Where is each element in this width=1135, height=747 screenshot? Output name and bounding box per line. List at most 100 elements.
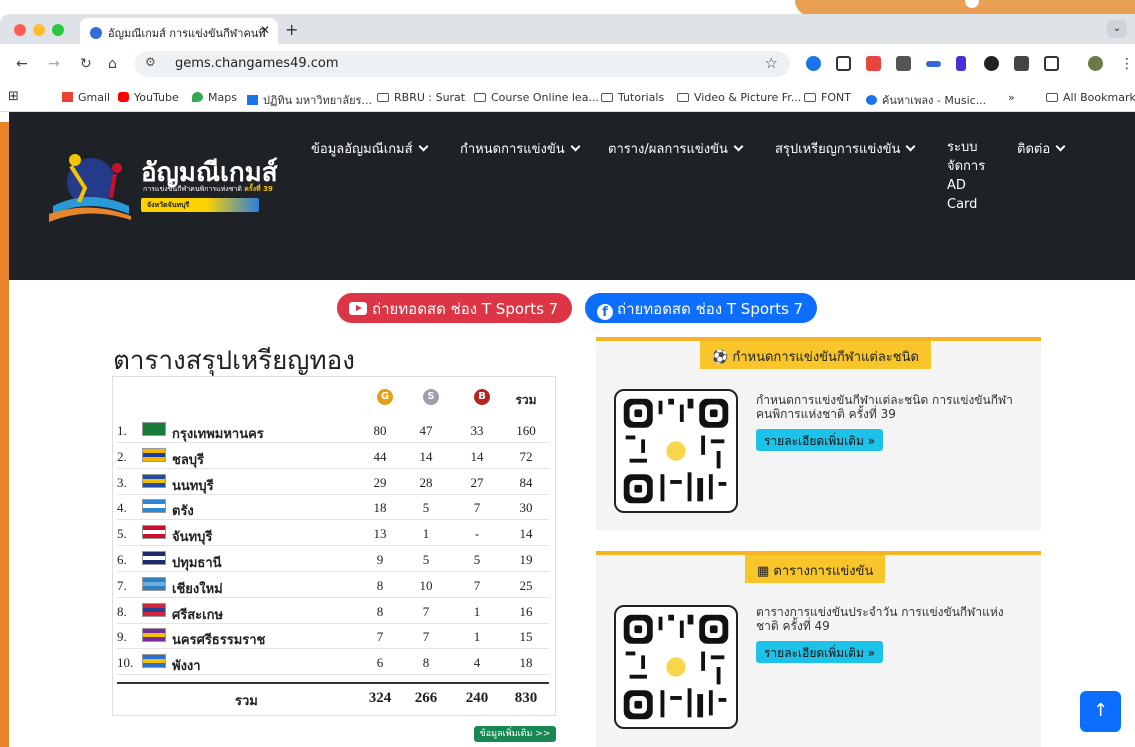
maximize-window-button[interactable]: [52, 24, 64, 36]
bookmark-folder-video[interactable]: Video & Picture Fr...: [677, 91, 801, 104]
nav-item-results[interactable]: ตาราง/ผลการแข่งขัน: [608, 138, 744, 159]
calendar-icon: ▦: [757, 564, 774, 579]
total-count: 14: [519, 526, 533, 542]
reload-icon[interactable]: ↻: [80, 56, 92, 72]
bronze-count: 7: [473, 577, 481, 593]
province-name: นครศรีธรรมราช: [172, 632, 266, 648]
province-name: เชียงใหม่: [172, 580, 223, 596]
bronze-count: 4: [473, 655, 481, 671]
youtube-live-button[interactable]: ถ่ายทอดสด ช่อง T Sports 7: [337, 293, 573, 323]
province-name: ตรัง: [172, 503, 194, 519]
bookmark-label: All Bookmarks: [1063, 91, 1135, 104]
province-name: พังงา: [172, 658, 201, 674]
nav-item-contact[interactable]: ติดต่อ: [1017, 138, 1066, 159]
site-settings-icon[interactable]: ⚙: [145, 55, 165, 73]
schedule-card-text: กำหนดการแข่งขันกีฬาแต่ละชนิด การแข่งขันก…: [756, 393, 1013, 421]
province-name: ศรีสะเกษ: [172, 606, 224, 622]
facebook-live-button[interactable]: f ถ่ายทอดสด ช่อง T Sports 7: [585, 293, 818, 323]
gmail-icon: [62, 92, 73, 102]
rank-cell: 4.: [117, 500, 127, 516]
bookmark-music[interactable]: ค้นหาเพลง - Music...: [866, 91, 986, 109]
pdf-extension-icon[interactable]: [866, 56, 881, 71]
bronze-count: 1: [473, 603, 481, 619]
arrow-up-icon: ↑: [1092, 700, 1109, 721]
extension-icon-7[interactable]: [984, 56, 999, 71]
browser-menu-icon[interactable]: ⋮: [1120, 56, 1134, 72]
bookmark-calendar[interactable]: ปฏิทิน มหาวิทยาลัยร...: [247, 91, 372, 109]
bookmark-folder-tutorials[interactable]: Tutorials: [601, 91, 664, 104]
rank-cell: 10.: [117, 655, 134, 671]
bookmark-star-icon[interactable]: ☆: [765, 54, 778, 72]
bookmark-folder-rbru[interactable]: RBRU : Surat: [377, 91, 465, 104]
bookmark-folder-font[interactable]: FONT: [804, 91, 851, 104]
youtube-live-label: ถ่ายทอดสด ช่อง T Sports 7: [372, 300, 559, 318]
chevron-down-icon: [418, 141, 429, 152]
bookmark-label: Video & Picture Fr...: [694, 91, 802, 104]
apps-grid-icon[interactable]: ⊞: [8, 89, 19, 104]
new-tab-button[interactable]: +: [285, 20, 298, 39]
extensions-puzzle-icon[interactable]: [1044, 56, 1059, 71]
silver-count: 28: [419, 474, 433, 490]
site-logo-subtitle: การแข่งขันกีฬาคนพิการแห่งชาติ ครั้งที่ 3…: [143, 184, 273, 195]
extension-icon-4[interactable]: [896, 56, 911, 71]
table-row: 7. เชียงใหม่ 8 10 7 25: [117, 574, 549, 598]
gold-count: 9: [376, 552, 384, 567]
all-bookmarks-button[interactable]: All Bookmarks: [1046, 91, 1135, 104]
back-arrow-icon[interactable]: ←: [16, 56, 28, 72]
bookmark-youtube[interactable]: YouTube: [118, 91, 179, 104]
total-gold: 324: [368, 690, 392, 706]
browser-tab-active[interactable]: อัญมณีเกมส์ การแข่งขันกีฬาคนพิ ✕: [80, 18, 278, 44]
bookmark-folder-course[interactable]: Course Online lea...: [474, 91, 599, 104]
nav-item-ad-card[interactable]: ระบบ จัดการ AD Card: [947, 138, 997, 214]
close-tab-icon[interactable]: ✕: [260, 23, 270, 37]
site-logo-emblem-icon[interactable]: [45, 144, 133, 224]
bookmark-label: Course Online lea...: [491, 91, 599, 104]
download-icon[interactable]: [956, 56, 966, 71]
province-flag-icon: [142, 422, 166, 436]
extension-icon-1[interactable]: [806, 56, 821, 71]
bookmarks-overflow-button[interactable]: »: [1008, 91, 1015, 104]
schedule-details-button[interactable]: รายละเอียดเพิ่มเติม »: [756, 429, 884, 451]
extension-icon-8[interactable]: [1014, 56, 1029, 71]
nav-item-medals[interactable]: สรุปเหรียญการแข่งขัน: [775, 138, 916, 159]
nav-label: สรุปเหรียญการแข่งขัน: [775, 142, 901, 157]
bookmarks-bar: ⊞ Gmail YouTube Maps ปฏิทิน มหาวิทยาลัยร…: [0, 84, 1135, 112]
bookmark-label: RBRU : Surat: [394, 91, 466, 104]
tab-search-chevron-icon[interactable]: ⌄: [1107, 20, 1127, 38]
scroll-to-top-button[interactable]: ↑: [1080, 691, 1121, 732]
extension-icon-5[interactable]: [926, 61, 941, 67]
forward-arrow-icon[interactable]: →: [48, 56, 60, 72]
table-row: 8. ศรีสะเกษ 8 7 1 16: [117, 600, 549, 624]
bookmark-maps[interactable]: Maps: [192, 91, 237, 104]
browser-tab-bar: อัญมณีเกมส์ การแข่งขันกีฬาคนพิ ✕ + ⌄: [0, 14, 1135, 44]
close-window-button[interactable]: [14, 24, 26, 36]
bookmark-gmail[interactable]: Gmail: [62, 91, 110, 104]
gold-count: 8: [376, 577, 384, 593]
bookmark-label: ปฏิทิน มหาวิทยาลัยร...: [263, 94, 372, 107]
total-column-header: รวม: [515, 393, 537, 407]
profile-avatar-icon[interactable]: [1088, 56, 1103, 71]
minimize-window-button[interactable]: [33, 24, 45, 36]
medal-more-button[interactable]: ข้อมูลเพิ่มเติม >>: [474, 726, 556, 742]
silver-count: 8: [422, 655, 430, 671]
url-text: gems.changames49.com: [175, 56, 339, 71]
province-name: จันทบุรี: [172, 529, 213, 545]
nav-item-about[interactable]: ข้อมูลอัญมณีเกมส์: [311, 138, 429, 159]
qr-code-icon[interactable]: [614, 389, 738, 513]
bookmark-label: Gmail: [78, 91, 111, 104]
silver-count: 5: [422, 500, 430, 516]
bookmark-label: YouTube: [134, 91, 179, 104]
folder-icon: [377, 93, 389, 102]
address-bar[interactable]: ⚙ gems.changames49.com ☆: [135, 51, 790, 77]
table-row: 3. นนทบุรี 29 28 27 84: [117, 471, 549, 495]
home-icon[interactable]: ⌂: [108, 56, 117, 72]
province-flag-icon: [142, 551, 166, 565]
province-flag-icon: [142, 525, 166, 540]
medal-total-row: รวม 324 266 240 830: [117, 682, 549, 708]
timetable-details-button[interactable]: รายละเอียดเพิ่มเติม »: [756, 641, 884, 663]
qr-code-icon[interactable]: [614, 605, 738, 729]
silver-count: 7: [422, 603, 430, 619]
music-icon: [866, 95, 877, 105]
picture-in-picture-icon[interactable]: [836, 56, 851, 71]
nav-item-schedule[interactable]: กำหนดการแข่งขัน: [460, 138, 581, 159]
